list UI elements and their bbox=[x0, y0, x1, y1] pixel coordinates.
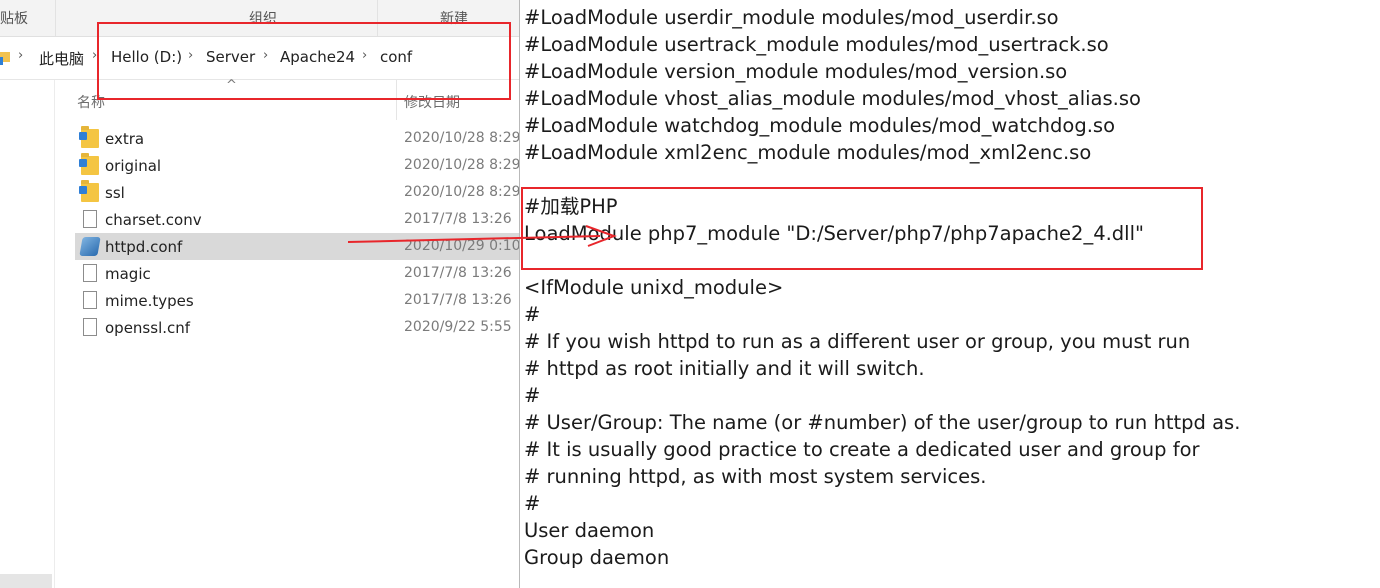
code-line: # bbox=[524, 384, 541, 407]
code-line: #LoadModule usertrack_module modules/mod… bbox=[524, 33, 1109, 56]
breadcrumb-this-pc[interactable]: 此电脑 bbox=[39, 48, 84, 69]
code-line: #LoadModule watchdog_module modules/mod_… bbox=[524, 114, 1116, 137]
navigation-selected-item[interactable] bbox=[0, 574, 52, 588]
code-line: <IfModule unixd_module> bbox=[524, 276, 784, 299]
code-line: #LoadModule version_module modules/mod_v… bbox=[524, 60, 1068, 83]
file-row-openssl-cnf[interactable]: openssl.cnf 2020/9/22 5:55 bbox=[75, 314, 520, 341]
code-line: # If you wish httpd to run as a differen… bbox=[524, 330, 1191, 353]
file-date: 2020/10/28 8:29 bbox=[404, 157, 520, 173]
file-date: 2020/9/22 5:55 bbox=[404, 319, 512, 335]
folder-icon bbox=[79, 153, 99, 175]
ribbon-separator bbox=[55, 0, 56, 36]
file-name: extra bbox=[105, 130, 145, 148]
file-name: magic bbox=[105, 265, 151, 283]
code-line: # running httpd, as with most system ser… bbox=[524, 465, 987, 488]
file-name: httpd.conf bbox=[105, 238, 183, 256]
file-row-ssl[interactable]: ssl 2020/10/28 8:29 bbox=[75, 179, 520, 206]
text-editor[interactable]: #LoadModule userdir_module modules/mod_u… bbox=[520, 0, 1380, 588]
file-name: ssl bbox=[105, 184, 125, 202]
file-name: mime.types bbox=[105, 292, 194, 310]
file-row-extra[interactable]: extra 2020/10/28 8:29 bbox=[75, 125, 520, 152]
file-row-mime-types[interactable]: mime.types 2017/7/8 13:26 bbox=[75, 287, 520, 314]
breadcrumb-chevron-icon[interactable]: › bbox=[18, 48, 23, 63]
file-row-charset-conv[interactable]: charset.conv 2017/7/8 13:26 bbox=[75, 206, 520, 233]
code-line: #LoadModule vhost_alias_module modules/m… bbox=[524, 87, 1141, 110]
file-date: 2020/10/29 0:10 bbox=[404, 238, 520, 254]
file-name: openssl.cnf bbox=[105, 319, 191, 337]
file-row-magic[interactable]: magic 2017/7/8 13:26 bbox=[75, 260, 520, 287]
file-date: 2020/10/28 8:29 bbox=[404, 130, 520, 146]
ribbon-clipboard-group[interactable]: 贴板 bbox=[0, 0, 28, 36]
code-line: # It is usually good practice to create … bbox=[524, 438, 1200, 461]
code-line: # User/Group: The name (or #number) of t… bbox=[524, 411, 1241, 434]
code-line: Group daemon bbox=[524, 546, 670, 569]
code-line: #LoadModule userdir_module modules/mod_u… bbox=[524, 6, 1059, 29]
file-row-original[interactable]: original 2020/10/28 8:29 bbox=[75, 152, 520, 179]
file-date: 2017/7/8 13:26 bbox=[404, 265, 512, 281]
document-icon bbox=[83, 291, 97, 309]
file-name: original bbox=[105, 157, 162, 175]
address-highlight-box bbox=[97, 22, 511, 100]
document-icon bbox=[83, 210, 97, 228]
file-date: 2020/10/28 8:29 bbox=[404, 184, 520, 200]
folder-icon bbox=[79, 126, 99, 148]
php-module-highlight-box bbox=[521, 187, 1203, 270]
navigation-pane[interactable] bbox=[0, 80, 55, 588]
config-file-icon bbox=[79, 237, 101, 256]
file-row-httpd-conf[interactable]: httpd.conf 2020/10/29 0:10 bbox=[75, 233, 520, 260]
document-icon bbox=[83, 318, 97, 336]
code-line: User daemon bbox=[524, 519, 655, 542]
document-icon bbox=[83, 264, 97, 282]
code-line: # bbox=[524, 492, 541, 515]
file-name: charset.conv bbox=[105, 211, 202, 229]
folder-icon bbox=[79, 180, 99, 202]
code-line: # bbox=[524, 303, 541, 326]
code-line: # httpd as root initially and it will sw… bbox=[524, 357, 925, 380]
file-date: 2017/7/8 13:26 bbox=[404, 292, 512, 308]
this-pc-icon bbox=[0, 52, 10, 65]
file-date: 2017/7/8 13:26 bbox=[404, 211, 512, 227]
code-line: #LoadModule xml2enc_module modules/mod_x… bbox=[524, 141, 1092, 164]
